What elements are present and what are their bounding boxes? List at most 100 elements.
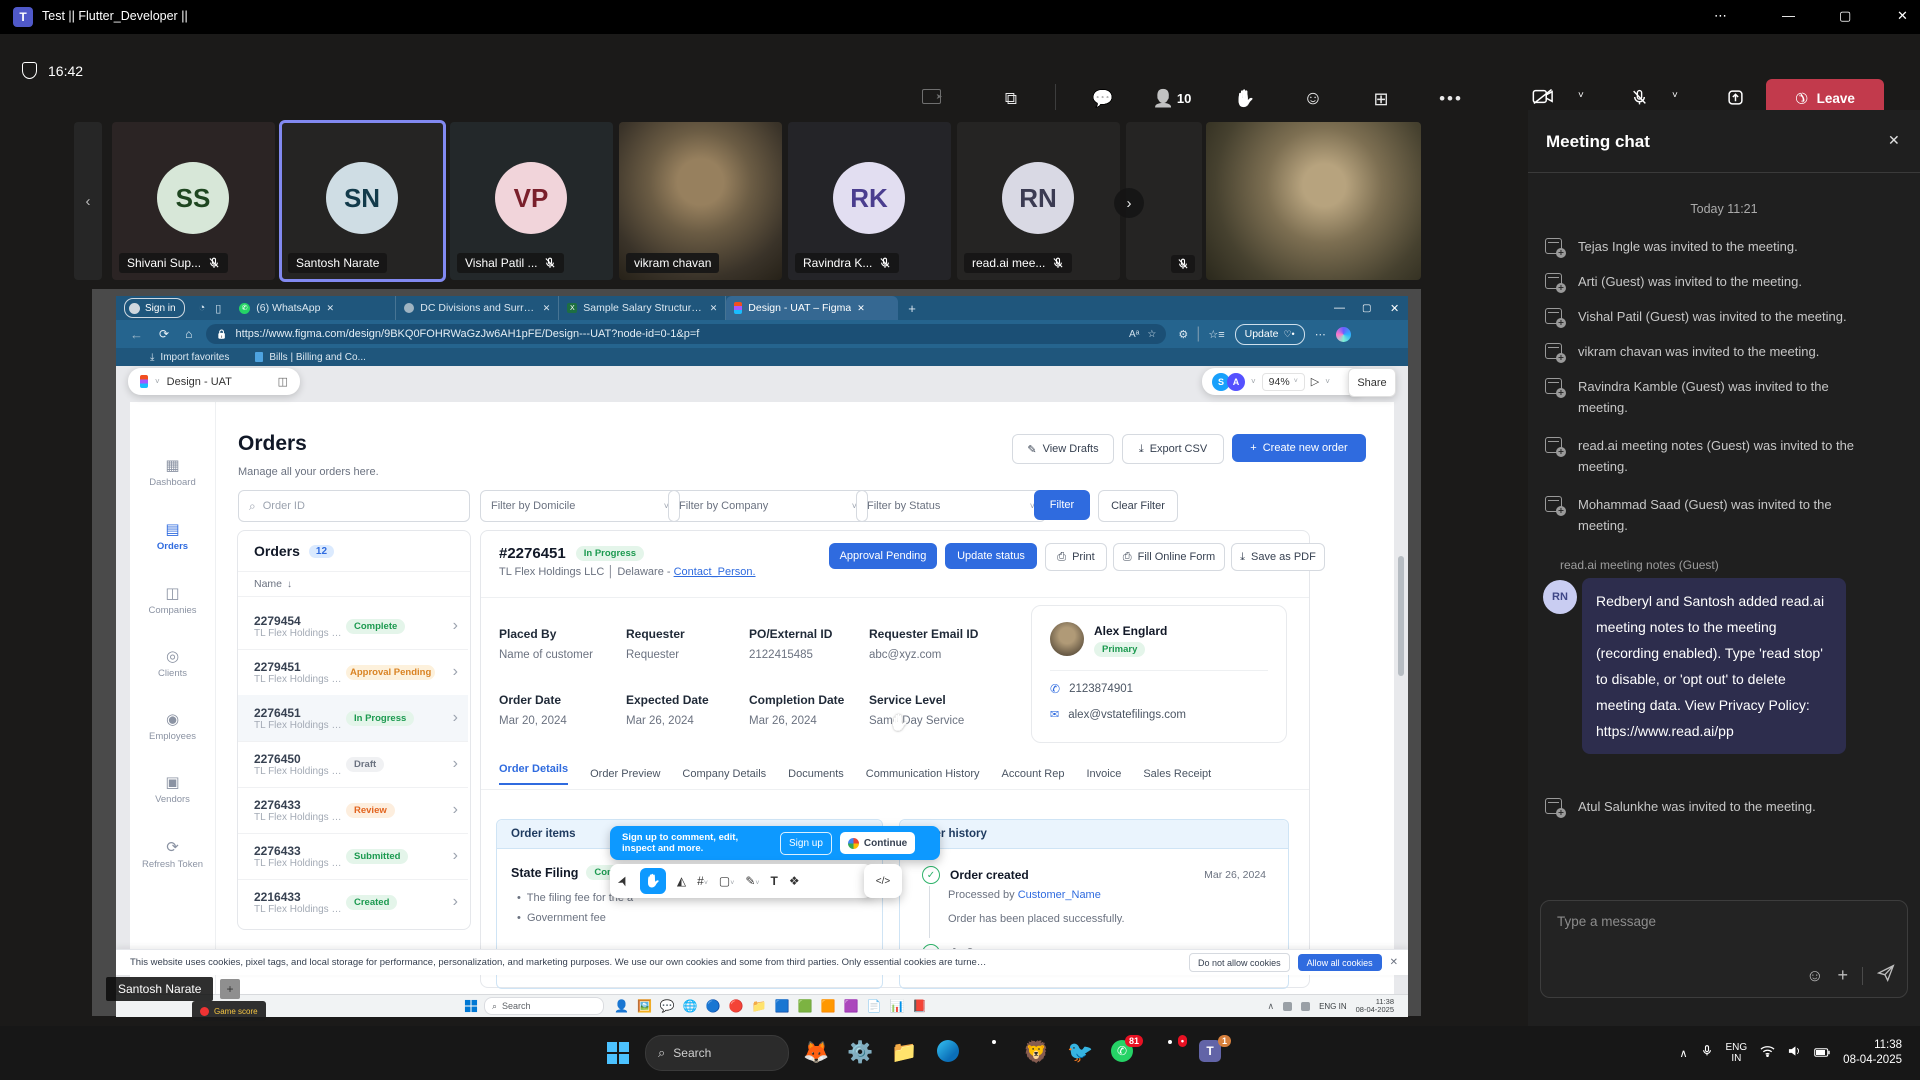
components-tool-icon[interactable]: ❖	[789, 874, 800, 888]
browser-maximize-icon[interactable]: ▢	[1362, 303, 1371, 314]
back-icon[interactable]: ←	[130, 327, 143, 342]
tab-close-icon[interactable]: ✕	[543, 303, 551, 314]
fill-online-form-button[interactable]: ⎙Fill Online Form	[1113, 543, 1225, 571]
browser-tab[interactable]: X Sample Salary Structure with calc✕	[559, 296, 726, 320]
export-csv-button[interactable]: ⤓Export CSV	[1122, 434, 1224, 464]
file-explorer-icon[interactable]: 📁	[891, 1040, 917, 1066]
sidebar-item-dashboard[interactable]: ▦Dashboard	[130, 456, 215, 488]
favorite-item[interactable]: ⤓Import favorites	[150, 352, 229, 363]
present-icon[interactable]: ▷	[1311, 375, 1319, 388]
dev-mode-toggle-icon[interactable]: </>	[864, 864, 902, 898]
browser-vertical-tabs-icon[interactable]: ▯	[215, 302, 221, 315]
order-row[interactable]: 2216433TL Flex Holdings LLC Created ›	[238, 879, 468, 925]
contact-phone-row[interactable]: ✆2123874901	[1050, 682, 1133, 696]
favorites-bar-icon[interactable]: ☆≡	[1208, 328, 1224, 341]
shared-start-icon[interactable]	[465, 1000, 477, 1012]
app-icon[interactable]: 🟧	[821, 999, 836, 1013]
tab-close-icon[interactable]: ✕	[857, 303, 865, 314]
browser-tab-active[interactable]: Design - UAT – Figma✕	[726, 296, 898, 320]
deny-cookies-button[interactable]: Do not allow cookies	[1189, 953, 1290, 972]
favorite-item[interactable]: Bills | Billing and Co...	[255, 352, 366, 363]
clear-filter-button[interactable]: Clear Filter	[1098, 490, 1178, 522]
window-maximize-icon[interactable]: ▢	[1839, 8, 1851, 24]
app-icon[interactable]: 💬	[660, 999, 675, 1013]
whatsapp-icon[interactable]: ✆81	[1111, 1040, 1137, 1066]
tab-order-details[interactable]: Order Details	[499, 763, 568, 785]
shared-search-box[interactable]: ⌕Search	[484, 997, 604, 1015]
approval-pending-button[interactable]: Approval Pending	[829, 543, 937, 569]
app-icon[interactable]: 📁	[752, 999, 767, 1013]
app-icon[interactable]: 🖼️	[637, 999, 652, 1013]
filter-apply-button[interactable]: Filter	[1034, 490, 1090, 520]
taskbar-clock[interactable]: 11:38 08-04-2025	[1843, 1038, 1902, 1068]
allow-cookies-button[interactable]: Allow all cookies	[1298, 954, 1382, 971]
filter-status-select[interactable]: Filter by Status˅	[856, 490, 1046, 522]
create-new-order-button[interactable]: +Create new order	[1232, 434, 1366, 462]
text-tool-icon[interactable]: T	[771, 874, 778, 888]
app-icon[interactable]: 👤	[614, 999, 629, 1013]
signup-button[interactable]: Sign up	[780, 832, 832, 855]
chat-close-icon[interactable]: ✕	[1888, 132, 1900, 149]
send-icon[interactable]	[1877, 964, 1895, 987]
column-header-name[interactable]: Name	[254, 578, 282, 590]
move-tool-icon[interactable]: ➤	[614, 873, 633, 890]
extensions-icon[interactable]: ⚙	[1178, 328, 1188, 341]
sidebar-item-clients[interactable]: ◎Clients	[130, 647, 215, 679]
order-row[interactable]: 2279451TL Flex Holdings LLC Approval Pen…	[238, 649, 468, 696]
google-continue-button[interactable]: Continue	[840, 832, 915, 854]
filmstrip-prev-icon[interactable]: ‹	[74, 122, 102, 280]
presenter-label-expand-icon[interactable]: +	[220, 979, 240, 999]
shared-taskbar-apps[interactable]: 👤🖼️💬🌐🔵🔴📁🟦🟩🟧🟪📄📊📕	[614, 999, 927, 1013]
zoom-level-control[interactable]: 94%˅	[1262, 373, 1305, 391]
sidebar-item-vendors[interactable]: ▣Vendors	[130, 773, 215, 805]
view-drafts-button[interactable]: ✎View Drafts	[1012, 434, 1114, 464]
customer-name-link[interactable]: Customer_Name	[1018, 889, 1101, 901]
attach-plus-icon[interactable]: +	[1837, 965, 1848, 986]
print-button[interactable]: ⎙Print	[1045, 543, 1107, 571]
mic-chevron-icon[interactable]: ˅	[1672, 90, 1678, 101]
settings-icon[interactable]: ⚙️	[847, 1040, 873, 1066]
participant-tile-active-speaker[interactable]: SN Santosh Narate	[281, 122, 444, 280]
browser-profile-chip[interactable]: Sign in	[124, 298, 185, 318]
browser-minimize-icon[interactable]: —	[1334, 302, 1345, 314]
app-icon[interactable]: 📄	[866, 999, 881, 1013]
app-icon[interactable]: 🟪	[844, 999, 859, 1013]
copilot-icon[interactable]	[1336, 327, 1351, 342]
participant-tile[interactable]: VP Vishal Patil ...	[450, 122, 613, 280]
update-status-button[interactable]: Update status	[945, 543, 1037, 569]
firefox-icon[interactable]: 🦊	[803, 1040, 829, 1066]
tab-close-icon[interactable]: ✕	[710, 303, 718, 314]
tab-close-icon[interactable]: ✕	[327, 303, 335, 314]
browser-history-icon[interactable]: ◔	[199, 302, 206, 314]
hand-tool-icon[interactable]: ✋	[640, 868, 666, 894]
tray-chevron-icon[interactable]: ∧	[1679, 1047, 1687, 1060]
sidebar-item-orders[interactable]: ▤Orders	[130, 520, 215, 552]
filter-company-select[interactable]: Filter by Company˅	[668, 490, 868, 522]
contact-email-row[interactable]: ✉alex@vstatefilings.com	[1050, 708, 1186, 721]
camera-chevron-icon[interactable]: ˅	[1578, 90, 1584, 101]
shared-language-indicator[interactable]: ENG IN	[1319, 1002, 1347, 1011]
chrome-profile-icon[interactable]: •	[1155, 1040, 1181, 1066]
tray-mic-icon[interactable]	[1701, 1044, 1713, 1062]
frame-tool-icon[interactable]: #˅	[697, 874, 708, 888]
window-close-icon[interactable]: ✕	[1897, 8, 1908, 24]
order-row[interactable]: 2276450TL Flex Holdings LLC Draft ›	[238, 741, 468, 788]
sidebar-item-employees[interactable]: ◉Employees	[130, 710, 215, 742]
order-row[interactable]: 2276433TL Flex Holdings LLC Submitted ›	[238, 833, 468, 880]
brave-icon[interactable]: 🦁	[1023, 1040, 1049, 1066]
volume-icon[interactable]	[1788, 1044, 1801, 1062]
browser-close-icon[interactable]: ✕	[1390, 302, 1399, 315]
browser-menu-icon[interactable]: ⋯	[1315, 328, 1327, 341]
app-icon[interactable]: 🟩	[798, 999, 813, 1013]
tab-company-details[interactable]: Company Details	[682, 768, 766, 780]
app-icon[interactable]: 🔴	[729, 999, 744, 1013]
presenter-video-tile[interactable]	[1206, 122, 1421, 280]
tab-account-rep[interactable]: Account Rep	[1002, 768, 1065, 780]
comment-tool-icon[interactable]: ◭	[677, 874, 686, 888]
teams-icon[interactable]: T1	[1199, 1040, 1225, 1066]
save-as-pdf-button[interactable]: ⤓Save as PDF	[1231, 543, 1325, 571]
update-button[interactable]: Update ♡•	[1235, 324, 1305, 345]
start-button-icon[interactable]	[607, 1042, 629, 1064]
cookie-close-icon[interactable]: ✕	[1390, 957, 1398, 968]
browser-tab[interactable]: DC Divisions and Surroundings✕	[396, 296, 559, 320]
